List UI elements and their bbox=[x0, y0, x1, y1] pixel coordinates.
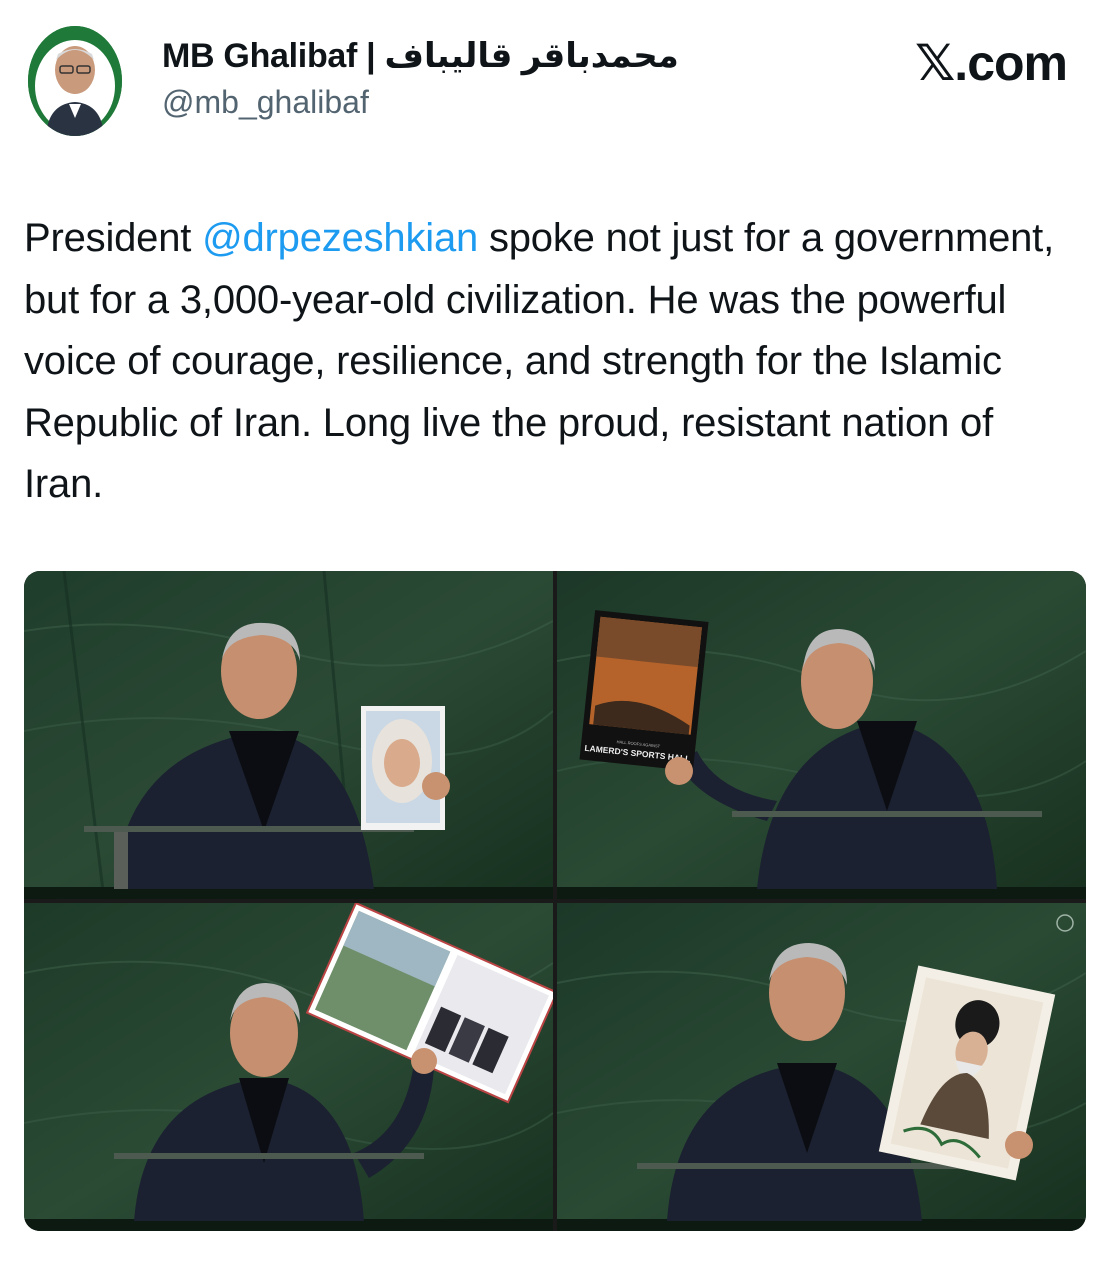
tweet-text-intro: President bbox=[24, 216, 203, 260]
tweet-text: President @drpezeshkian spoke not just f… bbox=[24, 208, 1074, 516]
x-logo: 𝕏.com bbox=[915, 35, 1068, 91]
author-handle[interactable]: @mb_ghalibaf bbox=[162, 84, 679, 121]
media-grid: HALL ROOFS AGAINST LAMERD'S SPORTS HALL bbox=[24, 571, 1086, 1231]
mention-link[interactable]: @drpezeshkian bbox=[202, 216, 478, 260]
profile-photo-icon[interactable] bbox=[28, 26, 122, 136]
author-names: MB Ghalibaf | محمدباقر قالیباف @mb_ghali… bbox=[162, 36, 679, 121]
author-display-name[interactable]: MB Ghalibaf | محمدباقر قالیباف bbox=[162, 36, 679, 76]
photo-book[interactable] bbox=[24, 903, 553, 1231]
photo-sports-hall[interactable]: HALL ROOFS AGAINST LAMERD'S SPORTS HALL bbox=[557, 571, 1086, 899]
photo-leader-portrait[interactable] bbox=[557, 903, 1086, 1231]
photo-portrait-girl[interactable] bbox=[24, 571, 553, 899]
tweet-header: MB Ghalibaf | محمدباقر قالیباف @mb_ghali… bbox=[0, 0, 1101, 150]
